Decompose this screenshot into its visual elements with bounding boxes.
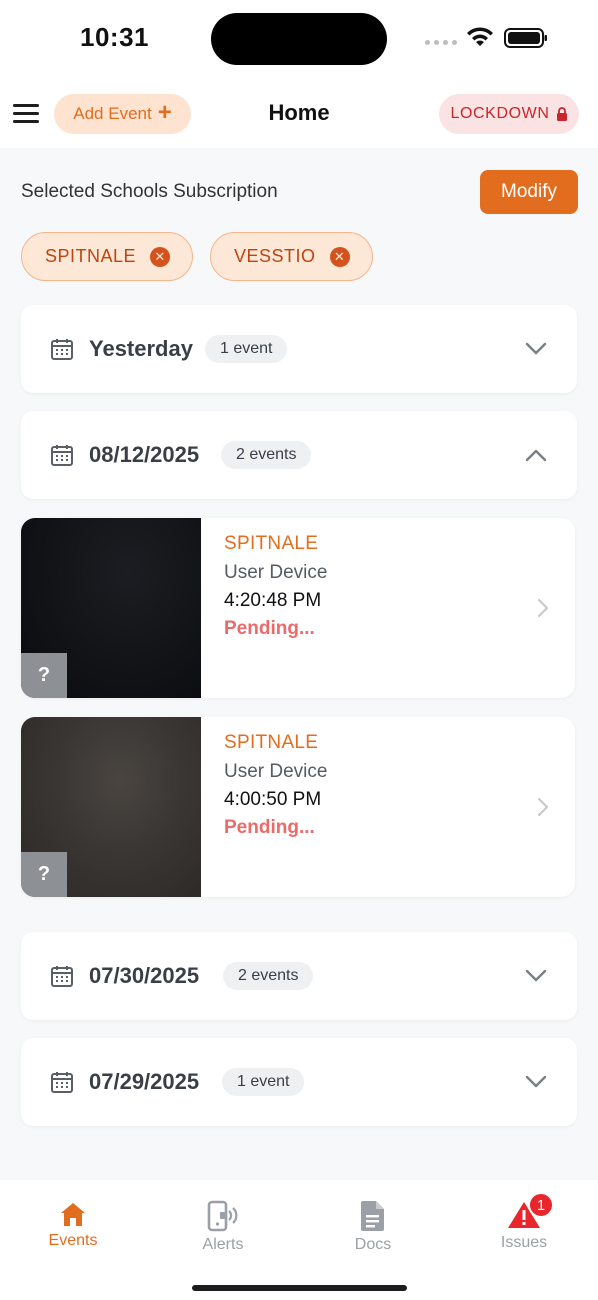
- home-icon: [61, 1203, 85, 1226]
- dynamic-island: [211, 13, 387, 65]
- chevron-right-icon: [537, 797, 549, 817]
- remove-chip-icon[interactable]: ✕: [329, 246, 350, 267]
- date-group-label: 07/29/2025: [89, 1069, 200, 1094]
- event-card[interactable]: ? SPITNALE User Device 4:20:48 PM Pendin…: [21, 518, 575, 698]
- date-group-label: 08/12/2025: [89, 442, 200, 467]
- document-icon: [361, 1201, 384, 1231]
- chevron-down-icon: [525, 342, 547, 355]
- lockdown-label: LOCKDOWN: [450, 105, 550, 122]
- calendar-icon: [51, 966, 73, 987]
- calendar-icon: [51, 1072, 73, 1093]
- date-group-yesterday[interactable]: Yesterday 1 event: [21, 305, 577, 393]
- nav-label: Issues: [500, 1234, 548, 1251]
- lock-icon: [556, 107, 567, 121]
- bottom-nav: Events Alerts Docs 1 Issues: [0, 1180, 598, 1300]
- date-group-08-12-2025[interactable]: 08/12/2025 2 events: [21, 411, 577, 499]
- issues-count-badge: 1: [528, 1192, 554, 1218]
- event-count-badge: 2 events: [223, 962, 314, 990]
- event-count-badge: 2 events: [221, 441, 312, 469]
- event-school: SPITNALE: [224, 533, 319, 554]
- nav-issues[interactable]: 1 Issues: [464, 1192, 584, 1252]
- date-group-label: 07/30/2025: [89, 963, 200, 988]
- event-school: SPITNALE: [224, 732, 319, 753]
- event-count-badge: 1 event: [205, 335, 288, 363]
- battery-icon: [504, 28, 547, 48]
- date-group-07-30-2025[interactable]: 07/30/2025 2 events: [21, 932, 577, 1020]
- event-card[interactable]: ? SPITNALE User Device 4:00:50 PM Pendin…: [21, 717, 575, 897]
- status-time: 10:31: [80, 22, 149, 52]
- chevron-right-icon: [537, 598, 549, 618]
- date-group-07-29-2025[interactable]: 07/29/2025 1 event: [21, 1038, 577, 1126]
- nav-docs[interactable]: Docs: [313, 1200, 433, 1254]
- nav-alerts[interactable]: Alerts: [163, 1200, 283, 1254]
- hamburger-menu-icon[interactable]: [13, 104, 39, 124]
- wifi-icon: [467, 27, 493, 46]
- nav-label: Events: [48, 1232, 98, 1249]
- chevron-down-icon: [525, 1075, 547, 1088]
- add-event-label: Add Event: [73, 104, 152, 123]
- date-group-label: Yesterday: [89, 336, 193, 361]
- chevron-up-icon: [525, 449, 547, 462]
- status-bar: 10:31: [0, 0, 598, 80]
- device-alert-icon: [207, 1200, 238, 1232]
- app-header: Add Event + Home LOCKDOWN: [0, 80, 598, 148]
- nav-label: Docs: [354, 1236, 392, 1253]
- calendar-icon: [51, 339, 73, 360]
- lockdown-button[interactable]: LOCKDOWN: [439, 94, 579, 134]
- subscription-title: Selected Schools Subscription: [21, 181, 278, 202]
- school-chip-label: VESSTIO: [234, 246, 316, 266]
- event-count-badge: 1 event: [222, 1068, 305, 1096]
- cellular-signal-icon: [425, 40, 457, 45]
- school-chip-label: SPITNALE: [45, 246, 137, 266]
- chevron-down-icon: [525, 969, 547, 982]
- question-mark-icon: ?: [21, 653, 67, 698]
- school-chip-vesstio[interactable]: VESSTIO ✕: [210, 232, 373, 281]
- school-chip-spitnale[interactable]: SPITNALE ✕: [21, 232, 194, 281]
- remove-chip-icon[interactable]: ✕: [150, 246, 171, 267]
- add-event-button[interactable]: Add Event +: [54, 94, 191, 134]
- calendar-icon: [51, 445, 73, 466]
- event-time: 4:00:50 PM: [224, 789, 322, 810]
- home-indicator: [192, 1285, 407, 1291]
- event-device: User Device: [224, 562, 328, 583]
- question-mark-icon: ?: [21, 852, 67, 897]
- nav-label: Alerts: [202, 1236, 244, 1253]
- event-time: 4:20:48 PM: [224, 590, 322, 611]
- event-status: Pending...: [224, 618, 315, 639]
- event-status: Pending...: [224, 817, 315, 838]
- event-device: User Device: [224, 761, 328, 782]
- modify-button[interactable]: Modify: [480, 170, 578, 214]
- nav-events[interactable]: Events: [13, 1200, 133, 1250]
- plus-icon: +: [157, 99, 172, 126]
